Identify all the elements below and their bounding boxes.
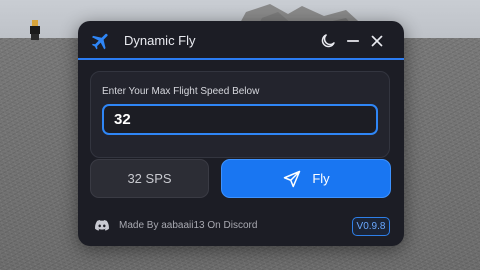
sps-label: 32 SPS [127, 171, 172, 186]
discord-icon [95, 220, 109, 231]
moon-icon[interactable] [319, 32, 337, 50]
plane-icon [91, 33, 108, 50]
fly-label: Fly [312, 171, 330, 186]
footer: Made By aabaaii13 On Discord V0.9.8 [78, 207, 404, 246]
credit-text: Made By aabaaii13 On Discord [119, 220, 258, 231]
speed-input[interactable] [102, 104, 378, 135]
fly-button[interactable]: Fly [221, 159, 391, 198]
speed-input-label: Enter Your Max Flight Speed Below [102, 86, 260, 97]
send-icon [284, 170, 301, 187]
title-bar: Dynamic Fly [78, 21, 404, 60]
speed-input-card: Enter Your Max Flight Speed Below [90, 71, 390, 158]
player-character [28, 20, 42, 40]
version-badge: V0.9.8 [352, 217, 390, 236]
version-text: V0.9.8 [356, 221, 386, 232]
sps-button[interactable]: 32 SPS [90, 159, 209, 198]
close-icon[interactable] [368, 32, 386, 50]
window-title: Dynamic Fly [124, 33, 196, 48]
dynamic-fly-window: Dynamic Fly Enter Your Max Flight Speed … [78, 21, 404, 246]
minimize-icon[interactable] [344, 32, 362, 50]
